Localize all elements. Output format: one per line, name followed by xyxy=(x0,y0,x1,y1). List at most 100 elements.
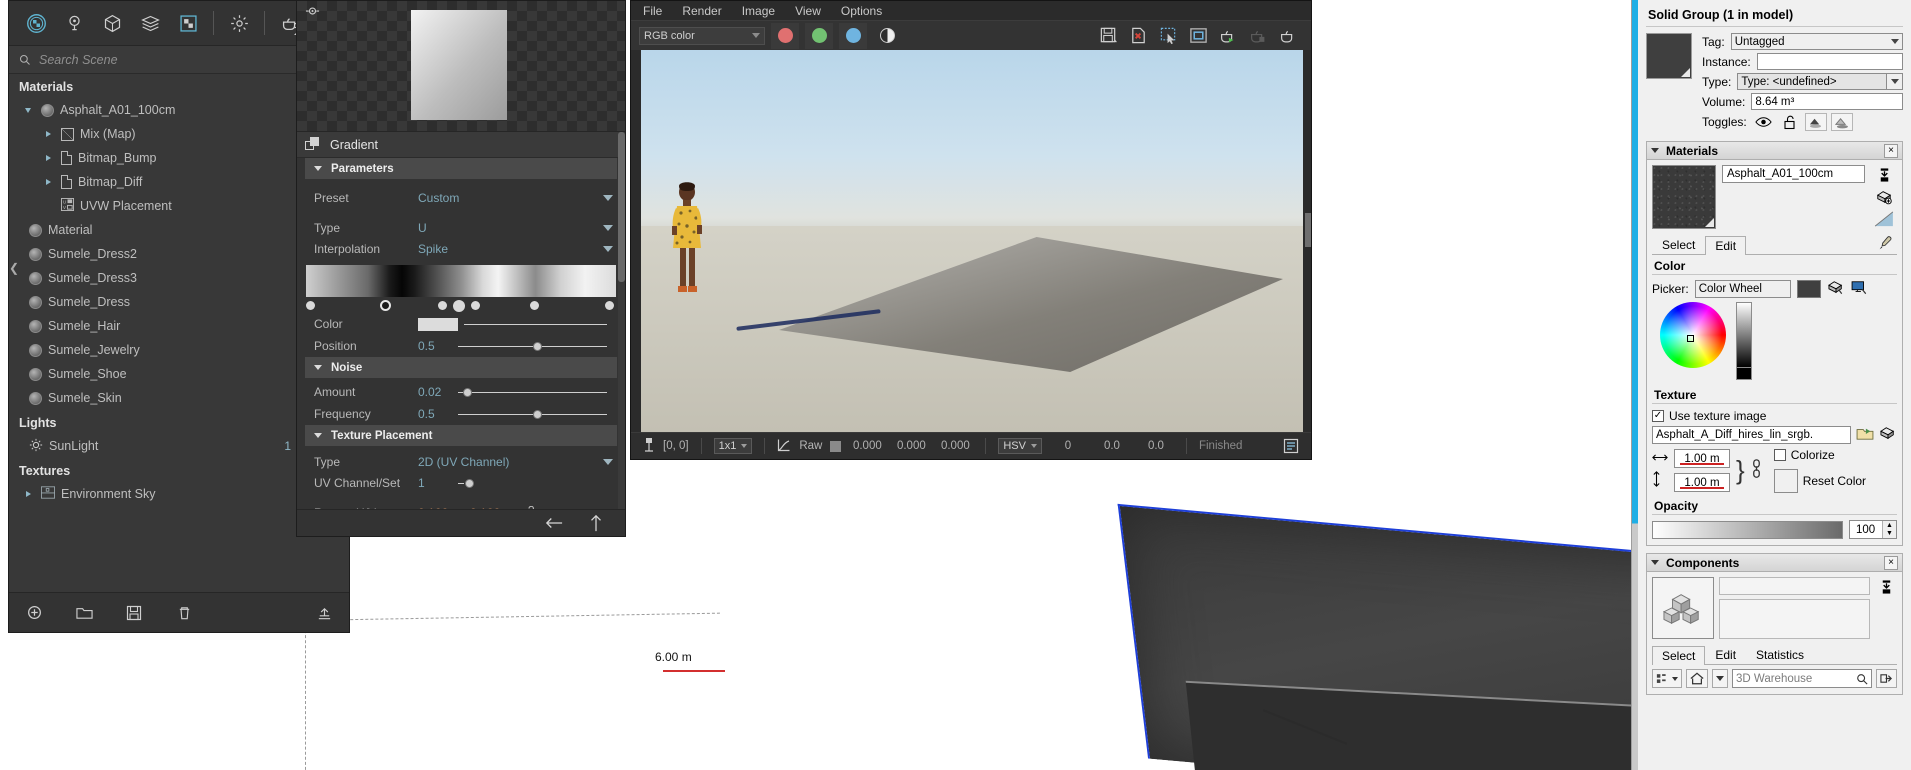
vfb-toolbar[interactable]: RGB color xyxy=(631,20,1311,50)
uv-channel-slider[interactable] xyxy=(458,477,607,490)
alpha-channel-icon[interactable] xyxy=(873,23,901,49)
hsv-group[interactable]: HSV 0 0.0 0.0 xyxy=(986,433,1186,459)
menu-image[interactable]: Image xyxy=(742,4,775,18)
gradient-stop[interactable] xyxy=(306,301,315,310)
home-icon[interactable] xyxy=(1686,669,1708,688)
use-texture-checkbox[interactable]: ✓ xyxy=(1652,410,1664,422)
amount-slider[interactable] xyxy=(458,386,607,399)
texture-width-field[interactable]: 1.00 m xyxy=(1674,449,1730,468)
opacity-spinner[interactable]: 100 ▲ ▼ xyxy=(1849,520,1897,539)
display-swatch-icon[interactable] xyxy=(1874,210,1894,228)
amount-value[interactable]: 0.02 xyxy=(418,385,458,399)
frequency-value[interactable]: 0.5 xyxy=(418,407,458,421)
components-panel-body[interactable]: Select Edit Statistics 3D Warehouse xyxy=(1646,572,1903,695)
reset-color-button[interactable] xyxy=(1773,469,1798,493)
gradient-stop[interactable] xyxy=(530,301,539,310)
match-screen-color-icon[interactable] xyxy=(1851,280,1869,298)
chain-link-icon[interactable] xyxy=(1751,458,1762,483)
tab-select[interactable]: Select xyxy=(1652,646,1706,665)
vfb-vertical-scrollbar[interactable] xyxy=(1305,213,1311,247)
zoom-level-group[interactable]: 1x1 xyxy=(702,433,765,459)
placement-type-value[interactable]: 2D (UV Channel) xyxy=(418,455,509,469)
color-corrections-icon[interactable] xyxy=(1271,433,1311,459)
gradient-stop[interactable] xyxy=(453,300,465,312)
instance-input[interactable] xyxy=(1756,53,1903,70)
component-description-field[interactable] xyxy=(1719,599,1870,639)
position-slider[interactable] xyxy=(458,340,607,353)
tab-edit[interactable]: Edit xyxy=(1705,236,1747,255)
row-placement-type[interactable]: Type 2D (UV Channel) xyxy=(305,451,617,472)
row-frequency[interactable]: Frequency 0.5 xyxy=(305,403,617,425)
view-options-icon[interactable] xyxy=(1652,669,1682,688)
texture-file-field[interactable]: Asphalt_A_Diff_hires_lin_srgb. xyxy=(1652,426,1851,444)
texture-preview[interactable] xyxy=(297,1,625,132)
render-icon[interactable] xyxy=(1277,25,1299,47)
colorize-checkbox[interactable] xyxy=(1773,449,1786,461)
lights-icon[interactable] xyxy=(55,4,93,42)
menu-render[interactable]: Render xyxy=(682,4,721,18)
vfb-menu-bar[interactable]: File Render Image View Options xyxy=(631,1,1311,20)
browse-texture-icon[interactable] xyxy=(1856,426,1874,444)
expander-closed-icon[interactable] xyxy=(41,131,55,137)
create-component-icon[interactable] xyxy=(1876,578,1896,596)
color-wheel-marker[interactable] xyxy=(1687,335,1694,342)
region-render-icon[interactable] xyxy=(1157,25,1179,47)
go-icon[interactable] xyxy=(1876,669,1897,688)
history-dropdown-icon[interactable] xyxy=(1712,669,1728,688)
gradient-stop[interactable] xyxy=(605,301,614,310)
menu-file[interactable]: File xyxy=(643,4,662,18)
zoom-level-select[interactable]: 1x1 xyxy=(713,438,753,454)
materials-panel-header[interactable]: Materials × xyxy=(1646,141,1903,160)
render-elements-icon[interactable] xyxy=(131,4,169,42)
stop-render-icon[interactable] xyxy=(1247,25,1269,47)
gradient-properties-panel[interactable]: Gradient Parameters Preset Custom Type U… xyxy=(296,0,626,537)
row-toggles[interactable]: Toggles: xyxy=(1702,113,1903,131)
curve-icon[interactable] xyxy=(777,438,791,455)
warehouse-nav-row[interactable]: 3D Warehouse xyxy=(1652,669,1897,688)
color-wheel[interactable] xyxy=(1660,302,1726,368)
sample-paint-icon[interactable] xyxy=(1874,188,1894,206)
row-preset[interactable]: Preset Custom xyxy=(305,187,617,208)
open-folder-icon[interactable] xyxy=(73,602,95,624)
type-value[interactable]: U xyxy=(418,221,480,235)
picker-row[interactable]: Picker: Color Wheel xyxy=(1652,280,1897,298)
render-last-icon[interactable] xyxy=(1217,25,1239,47)
textures-icon[interactable] xyxy=(169,4,207,42)
close-icon[interactable]: × xyxy=(1884,143,1898,158)
gradient-stop-selected[interactable] xyxy=(380,300,391,311)
red-channel-icon[interactable] xyxy=(771,22,799,49)
interpolation-value[interactable]: Spike xyxy=(418,242,480,256)
pin-preview-icon[interactable] xyxy=(305,5,320,20)
save-image-icon[interactable] xyxy=(1097,25,1119,47)
opacity-slider[interactable] xyxy=(1652,520,1843,539)
material-thumbnail[interactable] xyxy=(1652,165,1716,229)
gradient-stop[interactable] xyxy=(471,301,480,310)
type-dropdown[interactable] xyxy=(480,224,617,231)
opacity-value[interactable]: 100 xyxy=(1856,524,1875,536)
purge-icon[interactable] xyxy=(313,602,335,624)
texture-height-field[interactable]: 1.00 m xyxy=(1674,473,1730,492)
eye-icon[interactable] xyxy=(1753,113,1775,131)
menu-view[interactable]: View xyxy=(795,4,821,18)
picker-select[interactable]: Color Wheel xyxy=(1694,280,1791,298)
color-slider[interactable] xyxy=(464,318,607,331)
components-panel-header[interactable]: Components × xyxy=(1646,553,1903,572)
match-object-color-icon[interactable] xyxy=(1827,280,1845,298)
vray-frame-buffer-window[interactable]: File Render Image View Options RGB color xyxy=(630,0,1312,460)
section-parameters[interactable]: Parameters xyxy=(305,158,617,179)
sketchup-default-tray[interactable]: Solid Group (1 in model) Tag: Untagged I… xyxy=(1631,0,1911,770)
component-name-field[interactable] xyxy=(1719,577,1870,595)
cast-shadows-icon[interactable] xyxy=(1830,113,1853,131)
delete-asset-icon[interactable] xyxy=(173,602,195,624)
row-uv-channel[interactable]: UV Channel/Set 1 xyxy=(305,472,617,494)
warehouse-search-input[interactable]: 3D Warehouse xyxy=(1732,669,1872,688)
expander-closed-icon[interactable] xyxy=(41,155,55,161)
material-side-tools[interactable] xyxy=(1871,165,1897,229)
expander-open-icon[interactable] xyxy=(21,107,35,113)
position-value[interactable]: 0.5 xyxy=(418,339,458,353)
vray-materials-icon[interactable] xyxy=(17,4,55,42)
color-swatch[interactable] xyxy=(418,317,458,331)
type-select[interactable]: Type: <undefined> xyxy=(1737,73,1903,90)
row-position[interactable]: Position 0.5 xyxy=(305,335,617,357)
back-arrow-icon[interactable] xyxy=(545,514,563,532)
